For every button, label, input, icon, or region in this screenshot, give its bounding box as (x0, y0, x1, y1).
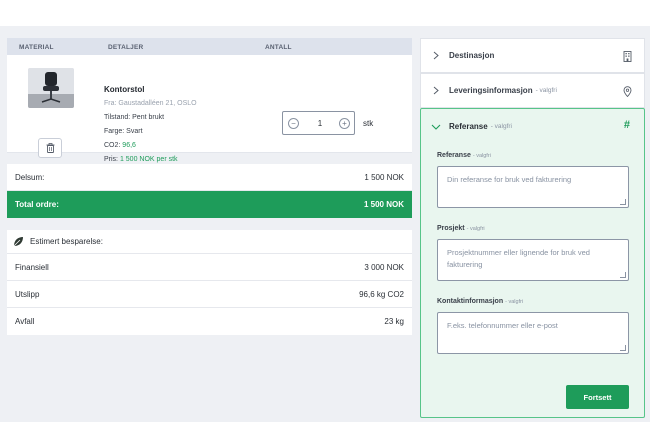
accordion-title: Destinasjon (449, 51, 495, 60)
header-material: MATERIAL (19, 44, 54, 51)
product-row: Kontorstol Fra: Gaustadalléen 21, OSLO T… (7, 55, 412, 163)
accordion-delivery-info[interactable]: Leveringsinformasjon - valgfri (420, 73, 645, 108)
resize-handle[interactable] (620, 272, 626, 278)
table-header: MATERIAL DETALJER ANTALL (7, 38, 412, 55)
field-label: Kontaktinformasjon (437, 298, 504, 305)
product-color: Farge: Svart (104, 128, 143, 135)
contact-input[interactable]: F.eks. telefonnummer eller e-post (437, 312, 629, 354)
increase-quantity-button[interactable]: + (339, 118, 350, 129)
project-placeholder: Prosjektnummer eller lignende for bruk v… (447, 248, 590, 269)
optional-tag: - valgfri (466, 226, 485, 232)
co2-label: CO2: (104, 142, 121, 149)
accordion-title: Referanse (449, 122, 488, 131)
optional-tag: - valgfri (535, 87, 557, 94)
product-image (28, 68, 74, 108)
chevron-right-icon (433, 51, 439, 60)
savings-value: 96,6 kg CO2 (359, 289, 404, 299)
remove-item-button[interactable] (38, 138, 62, 158)
total-row: Total ordre: 1 500 NOK (7, 191, 412, 218)
total-label: Total ordre: (15, 200, 59, 209)
price-value: 1 500 NOK per stk (119, 156, 178, 163)
optional-tag: - valgfri (490, 123, 512, 130)
savings-header: Estimert besparelse: (7, 230, 412, 254)
continue-button[interactable]: Fortsett (566, 385, 629, 409)
leaf-icon (13, 237, 23, 247)
chevron-right-icon (433, 86, 439, 95)
co2-value: 96,6 (122, 142, 136, 149)
accordion-reference-panel: Referanse - valgfri # Referanse - valgfri… (420, 108, 645, 418)
price-label: Pris: (104, 156, 118, 163)
project-input[interactable]: Prosjektnummer eller lignende for bruk v… (437, 239, 629, 281)
decrease-quantity-button[interactable]: − (288, 118, 299, 129)
reference-label: Referanse - valgfri (437, 152, 491, 159)
product-price: Pris: 1 500 NOK per stk (104, 156, 178, 163)
plus-icon: + (342, 119, 347, 128)
building-icon (623, 51, 632, 62)
savings-value: 3 000 NOK (364, 262, 404, 272)
field-label: Referanse (437, 152, 471, 159)
order-totals: Delsum: 1 500 NOK Total ordre: 1 500 NOK (7, 164, 412, 218)
accordion-title: Leveringsinformasjon (449, 86, 533, 95)
quantity-value[interactable]: 1 (313, 119, 327, 128)
savings-label: Utslipp (15, 289, 40, 299)
resize-handle[interactable] (620, 199, 626, 205)
savings-title: Estimert besparelse: (30, 237, 103, 246)
product-name: Kontorstol (104, 85, 145, 94)
reference-input[interactable]: Din referanse for bruk ved fakturering (437, 166, 629, 208)
project-label: Prosjekt - valgfri (437, 225, 485, 232)
quantity-unit: stk (363, 119, 374, 128)
optional-tag: - valgfri (505, 299, 524, 305)
accordion-destination[interactable]: Destinasjon (420, 38, 645, 73)
quantity-stepper: − 1 + (282, 111, 355, 135)
contact-placeholder: F.eks. telefonnummer eller e-post (447, 321, 558, 330)
savings-label: Avfall (15, 317, 35, 326)
total-value: 1 500 NOK (363, 200, 404, 209)
product-condition: Tilstand: Pent brukt (104, 114, 165, 121)
minus-icon: − (291, 119, 296, 128)
savings-value: 23 kg (384, 317, 404, 326)
savings-row-waste: Avfall 23 kg (7, 308, 412, 335)
header-details: DETALJER (108, 44, 144, 51)
savings-row-financial: Finansiell 3 000 NOK (7, 254, 412, 281)
checkout-accordion: Destinasjon Leveringsinformasjon - valgf… (420, 38, 645, 418)
resize-handle[interactable] (620, 345, 626, 351)
hash-icon: # (623, 119, 630, 131)
order-summary: MATERIAL DETALJER ANTALL Kontorstol Fra:… (7, 38, 412, 335)
savings-label: Finansiell (15, 262, 49, 272)
savings-row-emissions: Utslipp 96,6 kg CO2 (7, 281, 412, 308)
product-co2: CO2: 96,6 (104, 142, 136, 149)
product-location: Fra: Gaustadalléen 21, OSLO (104, 100, 197, 107)
estimated-savings: Estimert besparelse: Finansiell 3 000 NO… (7, 230, 412, 335)
field-label: Prosjekt (437, 225, 465, 232)
trash-icon (46, 143, 54, 153)
accordion-reference-header[interactable]: Referanse - valgfri # (421, 109, 644, 144)
subtotal-value: 1 500 NOK (364, 172, 404, 182)
location-pin-icon (623, 86, 632, 97)
subtotal-row: Delsum: 1 500 NOK (7, 164, 412, 191)
subtotal-label: Delsum: (15, 172, 45, 182)
reference-placeholder: Din referanse for bruk ved fakturering (447, 175, 572, 184)
header-quantity: ANTALL (265, 44, 292, 51)
optional-tag: - valgfri (472, 153, 491, 159)
contact-label: Kontaktinformasjon - valgfri (437, 298, 523, 305)
chevron-down-icon (431, 124, 441, 130)
